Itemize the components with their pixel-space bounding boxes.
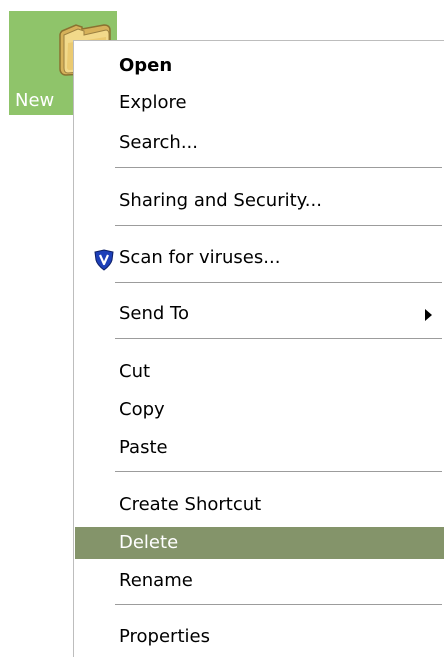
menu-item-properties[interactable]: Properties [75, 622, 444, 652]
shield-icon [94, 249, 114, 271]
menu-item-explore[interactable]: Explore [75, 88, 444, 118]
menu-item-send-to[interactable]: Send To [75, 299, 444, 329]
menu-item-open[interactable]: Open [75, 51, 444, 81]
menu-item-label: Send To [119, 303, 190, 324]
menu-item-delete[interactable]: Delete [75, 527, 444, 559]
menu-separator [115, 604, 442, 605]
menu-separator [115, 471, 442, 472]
menu-separator [115, 225, 442, 226]
context-menu: Open Explore Search... Sharing and Secur… [73, 40, 444, 657]
menu-separator [115, 282, 442, 283]
menu-item-create-shortcut[interactable]: Create Shortcut [75, 490, 444, 520]
menu-item-paste[interactable]: Paste [75, 433, 444, 463]
menu-item-scan-for-viruses[interactable]: Scan for viruses... [75, 243, 444, 273]
submenu-arrow-icon [425, 309, 432, 321]
menu-item-copy[interactable]: Copy [75, 395, 444, 425]
menu-item-rename[interactable]: Rename [75, 566, 444, 596]
menu-item-cut[interactable]: Cut [75, 357, 444, 387]
menu-separator [115, 167, 442, 168]
menu-item-sharing-and-security[interactable]: Sharing and Security... [75, 186, 444, 216]
menu-item-search[interactable]: Search... [75, 128, 444, 158]
menu-item-label: Scan for viruses... [119, 247, 281, 268]
desktop-icon-label: New [15, 90, 55, 111]
menu-separator [115, 338, 442, 339]
